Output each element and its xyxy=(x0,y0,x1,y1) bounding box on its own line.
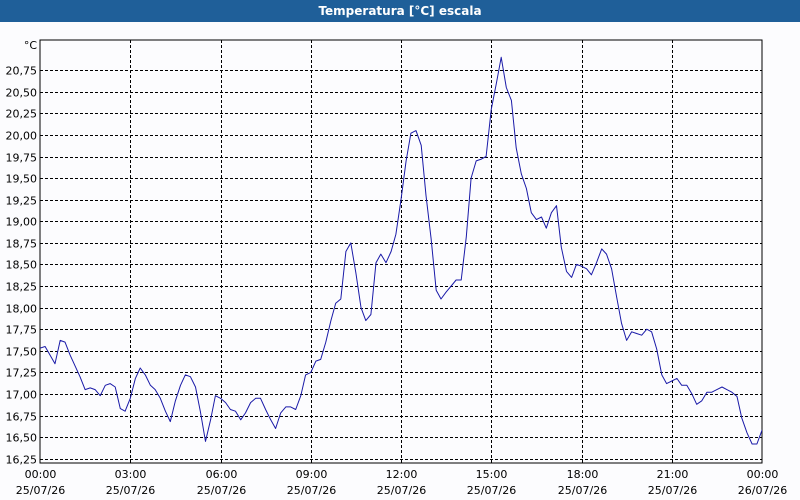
x-tick-time-label: 12:00 xyxy=(386,468,418,481)
y-tick-label: 19,25 xyxy=(6,195,38,208)
x-tick-time-label: 03:00 xyxy=(115,468,147,481)
y-tick-label: 19,50 xyxy=(6,173,38,186)
y-tick-label: 18,25 xyxy=(6,281,38,294)
y-tick-label: 17,75 xyxy=(6,324,38,337)
x-tick-time-label: 21:00 xyxy=(657,468,689,481)
x-tick-time-label: 18:00 xyxy=(567,468,599,481)
x-tick-date-label: 26/07/26 xyxy=(738,484,787,497)
x-tick-date-label: 25/07/26 xyxy=(16,484,65,497)
y-tick-label: 19,00 xyxy=(6,216,38,229)
x-tick-time-label: 06:00 xyxy=(206,468,238,481)
y-tick-label: 20,75 xyxy=(6,65,38,78)
x-tick-date-label: 25/07/26 xyxy=(467,484,516,497)
y-tick-label: 16,25 xyxy=(6,454,38,467)
x-tick-date-label: 25/07/26 xyxy=(558,484,607,497)
y-tick-label: 20,50 xyxy=(6,87,38,100)
x-tick-date-label: 25/07/26 xyxy=(197,484,246,497)
y-tick-label: 20,00 xyxy=(6,130,38,143)
y-tick-label: 18,50 xyxy=(6,259,38,272)
x-tick-time-label: 09:00 xyxy=(296,468,328,481)
y-axis-unit-label: °C xyxy=(24,39,38,52)
y-tick-label: 20,25 xyxy=(6,108,38,121)
x-tick-date-label: 25/07/26 xyxy=(287,484,336,497)
y-tick-label: 17,50 xyxy=(6,346,38,359)
y-tick-label: 18,75 xyxy=(6,238,38,251)
y-tick-label: 18,00 xyxy=(6,303,38,316)
axis-layer: 16,25 16,50 16,75 17,00 17,25 17,50 17,75 18,00… xyxy=(6,39,788,497)
series-layer xyxy=(40,56,762,445)
y-tick-label: 19,75 xyxy=(6,152,38,165)
x-tick-time-label: 00:00 xyxy=(747,468,779,481)
temperature-series-line xyxy=(40,56,762,445)
temperature-chart: 16,25 16,50 16,75 17,00 17,25 17,50 17,75 18,00… xyxy=(6,39,788,497)
grid-layer xyxy=(39,39,763,464)
chart-window: Temperatura [°C] escala 16,25 16,50 16,75 1… xyxy=(0,0,800,500)
x-tick-time-label: 15:00 xyxy=(476,468,508,481)
y-tick-label: 17,25 xyxy=(6,367,38,380)
x-tick-date-label: 25/07/26 xyxy=(377,484,426,497)
y-tick-label: 16,75 xyxy=(6,411,38,424)
x-tick-time-label: 00:00 xyxy=(25,468,57,481)
x-tick-date-label: 25/07/26 xyxy=(648,484,697,497)
x-tick-date-label: 25/07/26 xyxy=(106,484,155,497)
y-tick-label: 17,00 xyxy=(6,389,38,402)
y-tick-label: 16,50 xyxy=(6,432,38,445)
